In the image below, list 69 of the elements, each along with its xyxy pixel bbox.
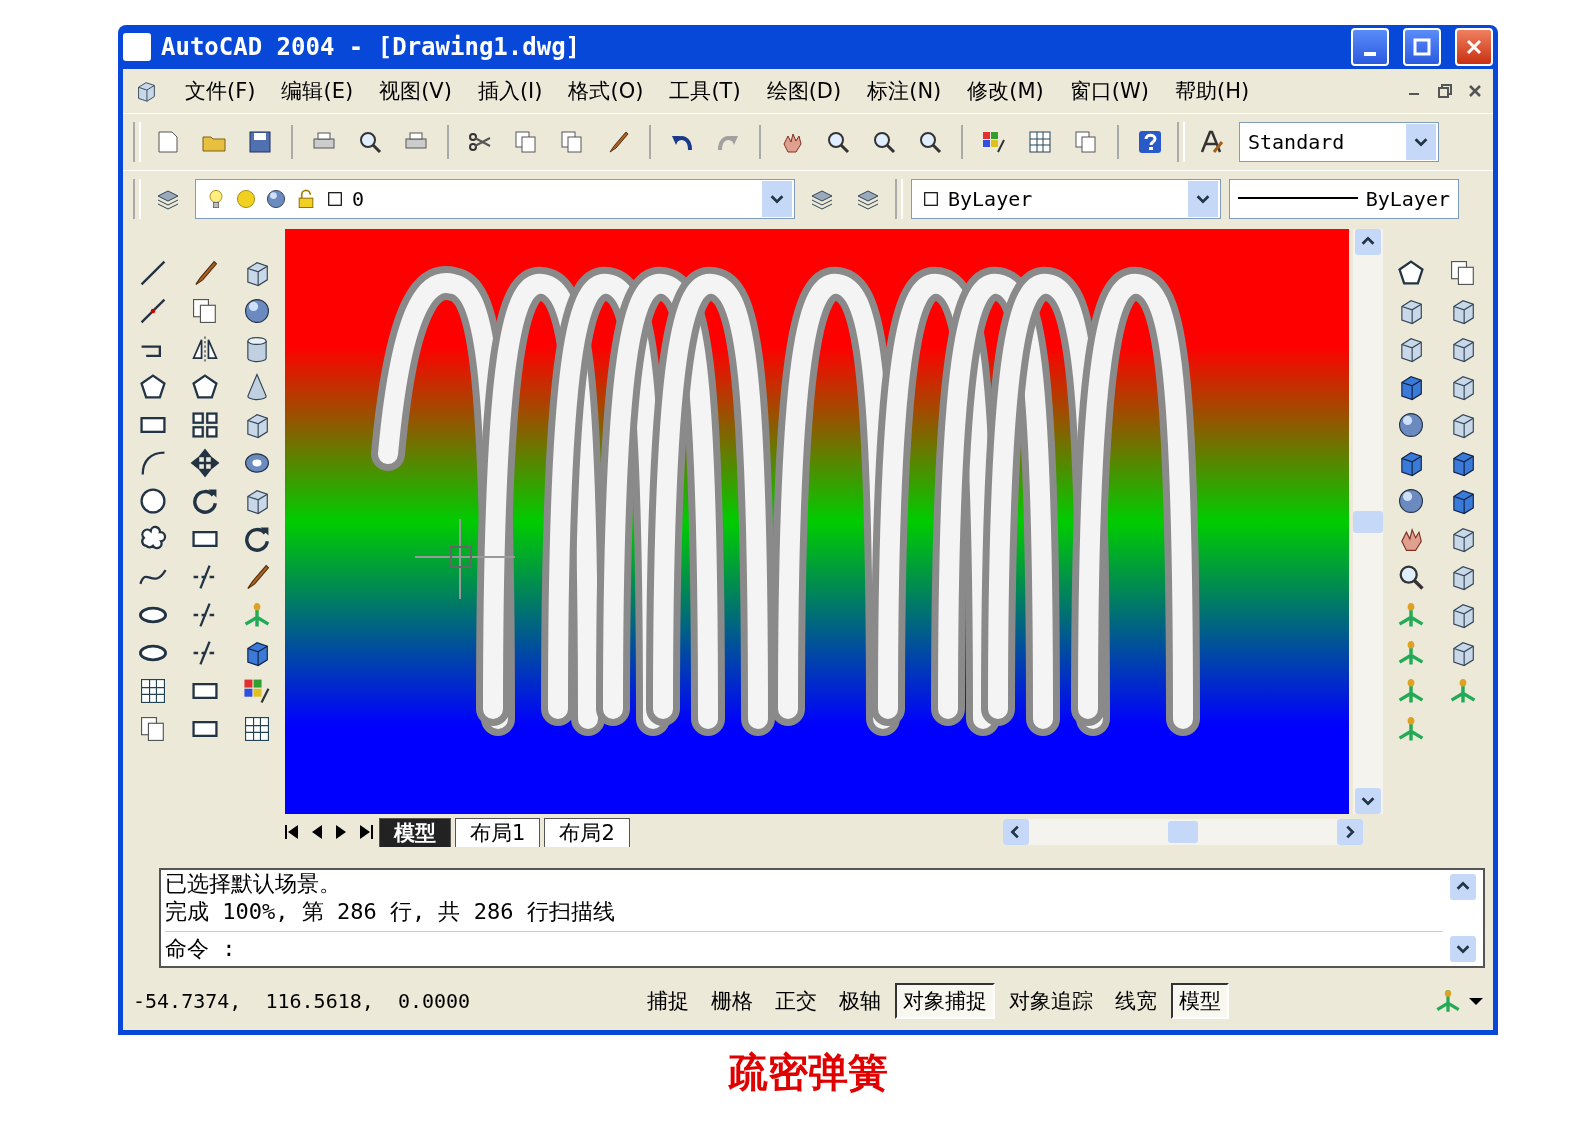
- line-sample-icon: [1238, 197, 1358, 201]
- status-toggle[interactable]: 极轴: [831, 983, 889, 1019]
- menu-item[interactable]: 编辑(E): [281, 77, 354, 105]
- status-toggle[interactable]: 对象捕捉: [895, 983, 995, 1019]
- close-icon: [1465, 38, 1483, 56]
- status-toggle[interactable]: 正交: [767, 983, 825, 1019]
- menu-item[interactable]: 视图(V): [379, 77, 452, 105]
- save-icon[interactable]: [246, 128, 274, 156]
- minimize-button[interactable]: [1351, 28, 1389, 66]
- move-icon[interactable]: [189, 447, 221, 479]
- status-toggle[interactable]: 线宽: [1107, 983, 1165, 1019]
- layout-tab[interactable]: 模型: [379, 817, 451, 847]
- scroll-arrow-button[interactable]: [1450, 936, 1476, 962]
- dropdown-arrow-button[interactable]: [1188, 181, 1218, 217]
- scroll-arrow-button[interactable]: [1003, 819, 1029, 845]
- app-icon: [123, 33, 151, 61]
- menu-arrow-icon[interactable]: [1469, 996, 1483, 1006]
- close-icon[interactable]: [1467, 83, 1483, 99]
- command-history-line: 已选择默认场景。: [165, 870, 342, 898]
- drawing-viewport[interactable]: [285, 229, 1349, 814]
- color-dropdown[interactable]: ByLayer: [911, 179, 1221, 219]
- toolbar-grip[interactable]: [133, 179, 141, 219]
- scroll-thumb[interactable]: [1168, 821, 1198, 843]
- menu-item[interactable]: 格式(O): [568, 77, 644, 105]
- figure-caption: 疏密弹簧: [727, 1047, 889, 1097]
- scroll-arrow-button[interactable]: [1355, 229, 1381, 255]
- command-prompt[interactable]: 命令 :: [165, 931, 1443, 966]
- coordinates: -54.7374, 116.5618, 0.0000: [133, 989, 472, 1013]
- circle-icon[interactable]: [137, 485, 169, 517]
- menu-item[interactable]: 绘图(D): [766, 77, 842, 105]
- menu-item[interactable]: 工具(T): [669, 77, 741, 105]
- sun-icon[interactable]: [234, 187, 258, 211]
- window-title: AutoCAD 2004 - [Drawing1.dwg]: [161, 33, 582, 61]
- toolbar-grip[interactable]: [133, 122, 141, 162]
- grid-icon[interactable]: [1026, 128, 1054, 156]
- array-icon[interactable]: [189, 409, 221, 441]
- sphere-icon[interactable]: [264, 187, 288, 211]
- layout-tab[interactable]: 布局1: [455, 817, 541, 847]
- mirror-icon[interactable]: [189, 333, 221, 365]
- status-toggle[interactable]: 对象追踪: [1001, 983, 1101, 1019]
- linetype-dropdown[interactable]: ByLayer: [1229, 179, 1459, 219]
- dropdown-arrow-button[interactable]: [762, 181, 792, 217]
- status-toggle[interactable]: 栅格: [703, 983, 761, 1019]
- menu-item[interactable]: 文件(F): [185, 77, 256, 105]
- layer-dropdown[interactable]: 0: [195, 179, 795, 219]
- command-history-line: 完成 100%, 第 286 行, 共 286 行扫描线: [165, 898, 616, 926]
- help-icon[interactable]: [1136, 128, 1164, 156]
- menu-item[interactable]: 标注(N): [867, 77, 942, 105]
- restore-icon[interactable]: [1437, 83, 1453, 99]
- layout-tab[interactable]: 布局2: [544, 817, 630, 847]
- scroll-arrow-button[interactable]: [1337, 819, 1363, 845]
- maximize-button[interactable]: [1403, 28, 1441, 66]
- close-button[interactable]: [1455, 28, 1493, 66]
- crosshair-cursor-icon: [414, 518, 516, 600]
- status-toggle[interactable]: 模型: [1171, 983, 1229, 1019]
- dropdown-arrow-button[interactable]: [1406, 124, 1436, 160]
- scroll-thumb[interactable]: [1353, 510, 1383, 533]
- menu-item[interactable]: 帮助(H): [1174, 77, 1250, 105]
- maximize-icon: [1413, 38, 1431, 56]
- menu-item[interactable]: 插入(I): [477, 77, 543, 105]
- text-style-dropdown[interactable]: Standard: [1239, 122, 1439, 162]
- menu-item[interactable]: 窗口(W): [1069, 77, 1149, 105]
- toolbar-grip[interactable]: [895, 179, 903, 219]
- minimize-icon: [1364, 52, 1376, 56]
- status-toggle[interactable]: 捕捉: [639, 983, 697, 1019]
- toolbar-grip[interactable]: [1177, 122, 1185, 162]
- scroll-arrow-button[interactable]: [1355, 788, 1381, 814]
- menu-item[interactable]: 修改(M): [967, 77, 1044, 105]
- scroll-arrow-button[interactable]: [1450, 874, 1476, 900]
